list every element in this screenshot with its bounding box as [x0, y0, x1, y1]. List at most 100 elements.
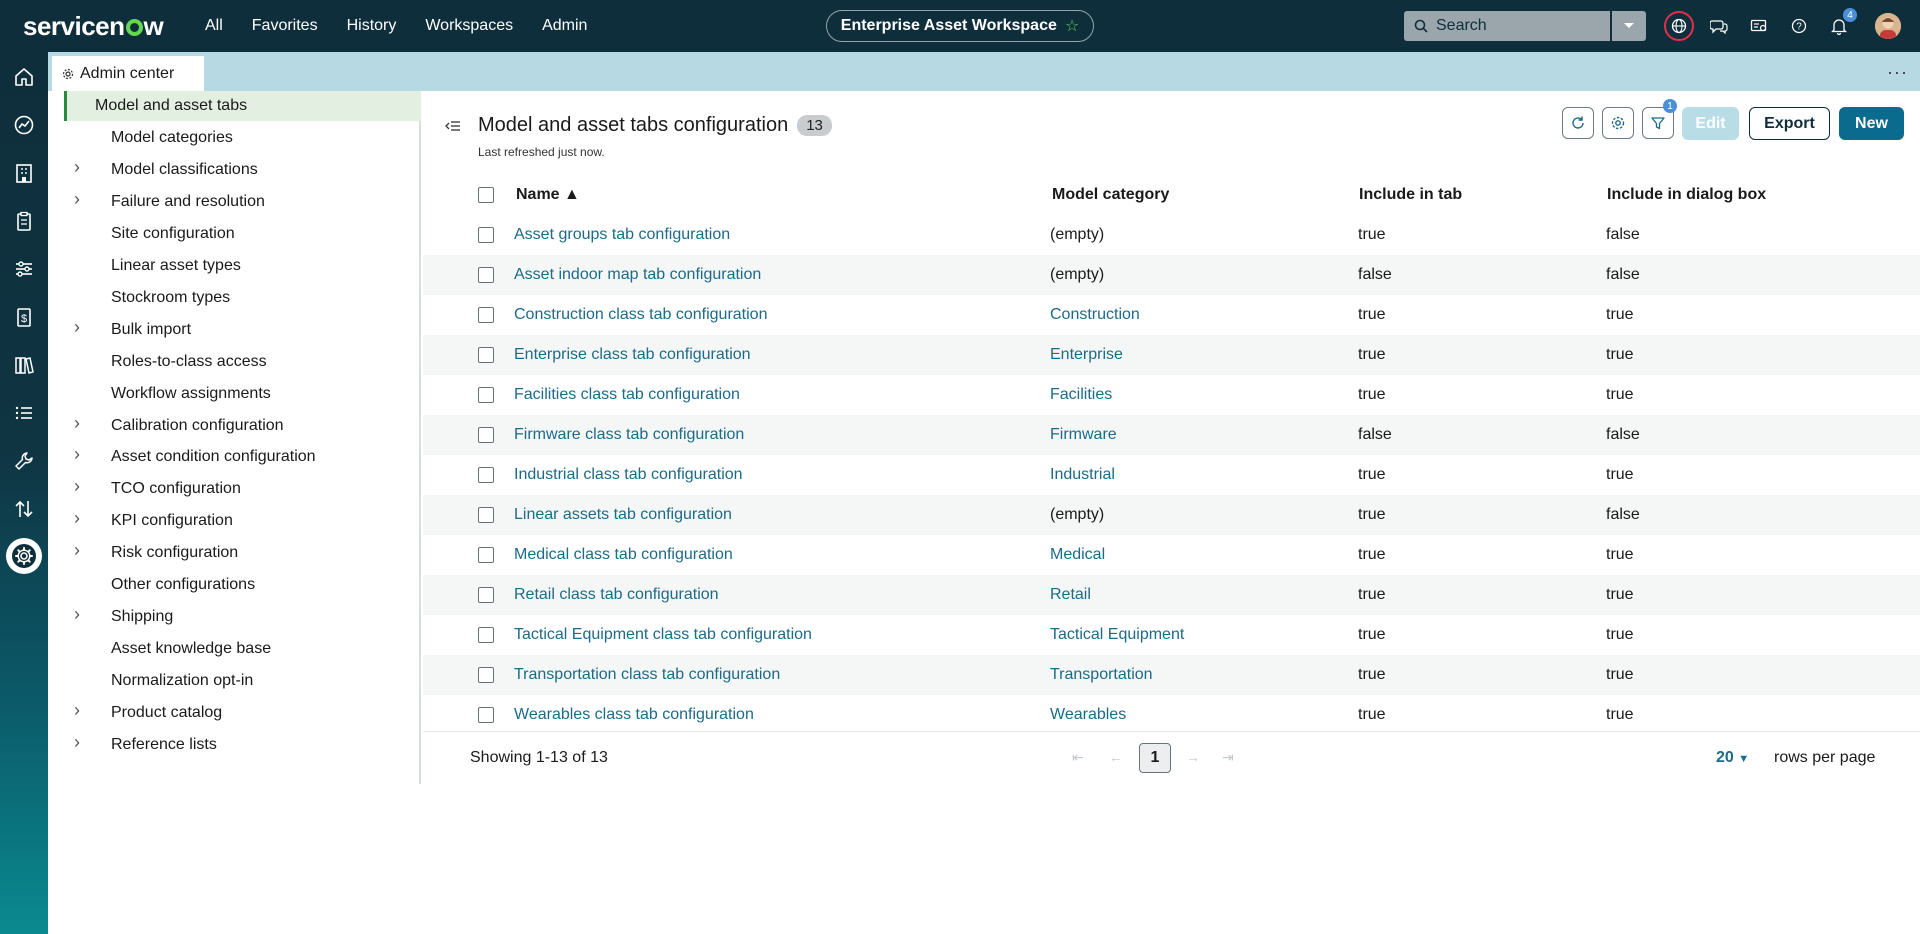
first-page-icon[interactable]: ⇤	[1072, 749, 1084, 766]
chevron-right-icon[interactable]: ›	[74, 700, 84, 721]
table-row[interactable]: Medical class tab configuration Medical tr…	[423, 535, 1920, 575]
record-name-link[interactable]: Medical class tab configuration	[514, 546, 733, 564]
collapse-nav-icon[interactable]	[445, 119, 461, 137]
table-row[interactable]: Retail class tab configuration Retail true…	[423, 575, 1920, 615]
books-icon[interactable]	[10, 351, 38, 379]
column-header-include-in-tab[interactable]: Include in tab	[1359, 186, 1462, 204]
table-row[interactable]: Wearables class tab configuration Wearabl…	[423, 695, 1920, 735]
sidenav-item[interactable]: › Failure and resolution	[64, 187, 421, 217]
home-icon[interactable]	[10, 63, 38, 91]
chevron-right-icon[interactable]: ›	[74, 540, 84, 561]
tab-admin-center[interactable]: Admin center	[52, 56, 204, 91]
column-header-include-in-dialog[interactable]: Include in dialog box	[1607, 186, 1766, 204]
nav-favorites[interactable]: Favorites	[252, 17, 318, 35]
chevron-right-icon[interactable]: ›	[74, 317, 84, 338]
nav-history[interactable]: History	[347, 17, 397, 35]
sidenav-item[interactable]: › TCO configuration	[64, 474, 421, 504]
row-checkbox[interactable]	[478, 707, 494, 723]
row-checkbox[interactable]	[478, 307, 494, 323]
table-row[interactable]: Asset indoor map tab configuration (empty…	[423, 255, 1920, 295]
record-name-link[interactable]: Facilities class tab configuration	[514, 386, 740, 404]
column-header-model-category[interactable]: Model category	[1052, 186, 1169, 204]
sidenav-item[interactable]: › Asset condition configuration	[64, 442, 421, 472]
edit-button[interactable]: Edit	[1682, 107, 1739, 140]
row-checkbox[interactable]	[478, 267, 494, 283]
more-options-icon[interactable]: ···	[1887, 62, 1908, 83]
sidenav-item[interactable]: › Shipping	[64, 602, 421, 632]
row-checkbox[interactable]	[478, 427, 494, 443]
record-name-link[interactable]: Tactical Equipment class tab configurati…	[514, 626, 812, 644]
record-name-link[interactable]: Asset indoor map tab configuration	[514, 266, 761, 284]
filter-button[interactable]: 1	[1642, 99, 1677, 139]
table-row[interactable]: Asset groups tab configuration (empty) tru…	[423, 215, 1920, 255]
sidenav-item[interactable]: › KPI configuration	[64, 506, 421, 536]
row-checkbox[interactable]	[478, 227, 494, 243]
row-checkbox[interactable]	[478, 347, 494, 363]
search-input[interactable]: Search	[1404, 11, 1610, 41]
chevron-right-icon[interactable]: ›	[74, 604, 84, 625]
model-category-cell[interactable]: Tactical Equipment	[1050, 626, 1184, 644]
sidenav-item[interactable]: Workflow assignments	[64, 379, 421, 409]
chevron-right-icon[interactable]: ›	[74, 413, 84, 434]
record-name-link[interactable]: Wearables class tab configuration	[514, 706, 754, 724]
star-icon[interactable]: ☆	[1065, 16, 1079, 36]
sidenav-item[interactable]: › Calibration configuration	[64, 411, 421, 441]
model-category-cell[interactable]: Transportation	[1050, 666, 1153, 684]
search-scope-dropdown[interactable]	[1612, 11, 1646, 41]
nav-all[interactable]: All	[205, 17, 223, 35]
previous-page-icon[interactable]: ←	[1109, 749, 1123, 765]
nav-workspaces[interactable]: Workspaces	[425, 17, 513, 35]
row-checkbox[interactable]	[478, 507, 494, 523]
last-page-icon[interactable]: ⇥	[1222, 749, 1234, 766]
row-checkbox[interactable]	[478, 587, 494, 603]
sidenav-item[interactable]: › Bulk import	[64, 315, 421, 345]
new-button[interactable]: New	[1839, 107, 1904, 140]
table-row[interactable]: Firmware class tab configuration Firmware…	[423, 415, 1920, 455]
help-icon[interactable]: ?	[1786, 13, 1812, 39]
table-row[interactable]: Industrial class tab configuration Indust…	[423, 455, 1920, 495]
chat-icon[interactable]	[1706, 13, 1732, 39]
chevron-right-icon[interactable]: ›	[74, 157, 84, 178]
model-category-cell[interactable]: Wearables	[1050, 706, 1126, 724]
record-name-link[interactable]: Industrial class tab configuration	[514, 466, 743, 484]
switcher-icon[interactable]	[1746, 13, 1772, 39]
table-row[interactable]: Tactical Equipment class tab configurati…	[423, 615, 1920, 655]
workspace-selector[interactable]: Enterprise Asset Workspace ☆	[826, 10, 1094, 42]
table-row[interactable]: Enterprise class tab configuration Enterp…	[423, 335, 1920, 375]
sidenav-item[interactable]: Model categories	[64, 123, 421, 153]
bell-icon[interactable]: 4	[1826, 8, 1857, 39]
chevron-right-icon[interactable]: ›	[74, 476, 84, 497]
sidenav-item[interactable]: Linear asset types	[64, 251, 421, 281]
refresh-button[interactable]	[1562, 107, 1594, 139]
row-checkbox[interactable]	[478, 667, 494, 683]
row-checkbox[interactable]	[478, 547, 494, 563]
sliders-icon[interactable]	[10, 255, 38, 283]
sidenav-item[interactable]: Normalization opt-in	[64, 666, 421, 696]
cost-icon[interactable]: $	[10, 303, 38, 331]
wrench-icon[interactable]	[10, 447, 38, 475]
model-category-cell[interactable]: Construction	[1050, 306, 1140, 324]
model-category-cell[interactable]: Facilities	[1050, 386, 1112, 404]
list-icon[interactable]	[10, 399, 38, 427]
sidenav-item[interactable]: Model and asset tabs	[64, 91, 421, 121]
chevron-right-icon[interactable]: ›	[74, 189, 84, 210]
export-button[interactable]: Export	[1749, 107, 1830, 140]
table-row[interactable]: Construction class tab configuration Cons…	[423, 295, 1920, 335]
globe-icon[interactable]	[1664, 11, 1694, 41]
clipboard-icon[interactable]	[10, 207, 38, 235]
sidenav-item[interactable]: Site configuration	[64, 219, 421, 249]
sidenav-item[interactable]: › Product catalog	[64, 698, 421, 728]
record-name-link[interactable]: Asset groups tab configuration	[514, 226, 730, 244]
row-checkbox[interactable]	[478, 387, 494, 403]
sidenav-item[interactable]: › Model classifications	[64, 155, 421, 185]
model-category-cell[interactable]: Industrial	[1050, 466, 1115, 484]
sidenav-item[interactable]: Asset knowledge base	[64, 634, 421, 664]
table-row[interactable]: Transportation class tab configuration Tr…	[423, 655, 1920, 695]
record-name-link[interactable]: Linear assets tab configuration	[514, 506, 732, 524]
model-category-cell[interactable]: Firmware	[1050, 426, 1117, 444]
record-name-link[interactable]: Transportation class tab configuration	[514, 666, 780, 684]
sidenav-item[interactable]: › Risk configuration	[64, 538, 421, 568]
servicenow-logo[interactable]: servicen w	[23, 11, 164, 42]
list-settings-button[interactable]	[1602, 107, 1634, 139]
chevron-right-icon[interactable]: ›	[74, 732, 84, 753]
